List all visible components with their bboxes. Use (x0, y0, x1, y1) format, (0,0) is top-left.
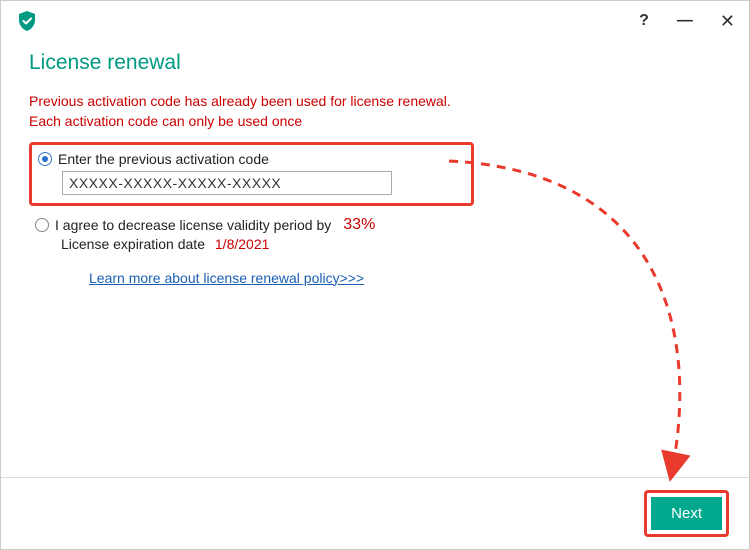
window-controls: ? — ✕ (639, 12, 735, 30)
error-line-2: Each activation code can only be used on… (29, 111, 721, 131)
error-line-1: Previous activation code has already bee… (29, 91, 721, 111)
content-area: License renewal Previous activation code… (1, 41, 749, 477)
option-decrease-label: I agree to decrease license validity per… (55, 217, 331, 233)
decrease-percent: 33% (343, 216, 375, 234)
radio-enter-code[interactable] (38, 152, 52, 166)
minimize-button[interactable]: — (677, 13, 692, 29)
expiration-line: License expiration date 1/8/2021 (61, 236, 721, 252)
app-shield-icon (15, 9, 39, 33)
expiration-date: 1/8/2021 (215, 236, 270, 252)
dialog-window: ? — ✕ License renewal Previous activatio… (0, 0, 750, 550)
activation-code-input[interactable] (62, 171, 392, 195)
error-message: Previous activation code has already bee… (29, 91, 721, 132)
option-decrease-row[interactable]: I agree to decrease license validity per… (35, 216, 721, 234)
close-button[interactable]: ✕ (720, 12, 735, 30)
learn-more-row: Learn more about license renewal policy>… (89, 270, 721, 288)
help-button[interactable]: ? (639, 13, 649, 29)
next-button-highlight: Next (644, 490, 729, 537)
footer: Next (1, 477, 749, 549)
option-enter-code-row[interactable]: Enter the previous activation code (38, 151, 465, 167)
page-title: License renewal (29, 51, 721, 75)
titlebar: ? — ✕ (1, 1, 749, 41)
titlebar-left (15, 9, 39, 33)
radio-decrease-validity[interactable] (35, 218, 49, 232)
expiration-label: License expiration date (61, 236, 205, 252)
next-button[interactable]: Next (651, 497, 722, 530)
option-enter-code-label: Enter the previous activation code (58, 151, 269, 167)
option-decrease-block: I agree to decrease license validity per… (35, 216, 721, 252)
option-enter-code-block: Enter the previous activation code (29, 142, 474, 206)
learn-more-link[interactable]: Learn more about license renewal policy>… (89, 270, 364, 286)
